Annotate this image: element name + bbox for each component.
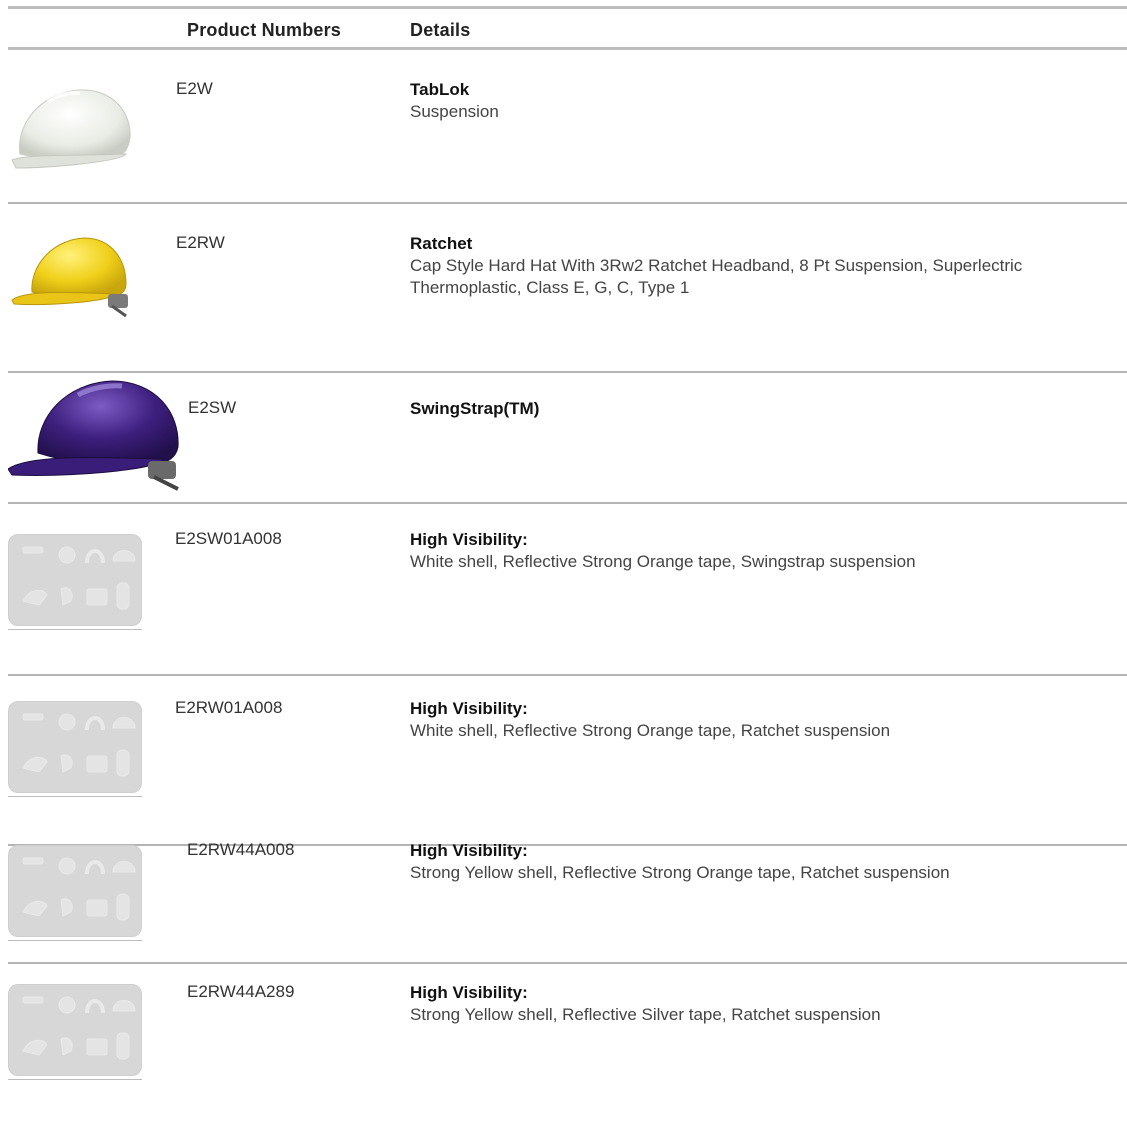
product-number[interactable]: E2RW44A289 bbox=[187, 982, 294, 1002]
product-title: High Visibility: bbox=[410, 841, 528, 860]
product-description: White shell, Reflective Strong Orange ta… bbox=[410, 552, 916, 571]
table-row: E2RW01A008 High Visibility: White shell,… bbox=[8, 676, 1127, 846]
white-hard-hat-image[interactable] bbox=[8, 76, 142, 181]
placeholder-image[interactable] bbox=[8, 984, 142, 1080]
product-details: High Visibility: White shell, Reflective… bbox=[410, 698, 1070, 742]
product-number[interactable]: E2RW01A008 bbox=[175, 698, 282, 718]
product-number[interactable]: E2SW bbox=[188, 398, 236, 418]
product-title: High Visibility: bbox=[410, 530, 528, 549]
product-title: SwingStrap(TM) bbox=[410, 399, 540, 418]
product-description: White shell, Reflective Strong Orange ta… bbox=[410, 721, 891, 740]
table-row: E2SW01A008 High Visibility: White shell,… bbox=[8, 504, 1127, 676]
product-details: High Visibility: Strong Yellow shell, Re… bbox=[410, 840, 1010, 884]
header-product-numbers: Product Numbers bbox=[187, 20, 342, 40]
table-row: E2RW44A008 High Visibility: Strong Yello… bbox=[8, 840, 1127, 964]
product-details: SwingStrap(TM) bbox=[410, 398, 1070, 420]
table-row: E2RW44A289 High Visibility: Strong Yello… bbox=[8, 964, 1127, 1134]
yellow-hard-hat-image[interactable] bbox=[8, 226, 142, 331]
placeholder-image[interactable] bbox=[8, 534, 142, 630]
purple-hard-hat-image[interactable] bbox=[7, 373, 190, 496]
product-number[interactable]: E2RW bbox=[176, 233, 225, 253]
header-details: Details bbox=[410, 20, 471, 40]
product-description: Suspension bbox=[410, 102, 499, 121]
table-row: E2RW Ratchet Cap Style Hard Hat With 3Rw… bbox=[8, 204, 1127, 373]
product-details: High Visibility: Strong Yellow shell, Re… bbox=[410, 982, 1070, 1026]
product-description: Strong Yellow shell, Reflective Strong O… bbox=[410, 863, 950, 882]
product-title: High Visibility: bbox=[410, 699, 528, 718]
placeholder-image[interactable] bbox=[8, 701, 142, 797]
product-number[interactable]: E2SW01A008 bbox=[175, 529, 282, 549]
product-table: Product Numbers Details E2W TabLok Suspe… bbox=[7, 6, 1127, 1134]
product-title: Ratchet bbox=[410, 234, 473, 253]
product-number[interactable]: E2RW44A008 bbox=[187, 840, 294, 860]
placeholder-image[interactable] bbox=[8, 845, 142, 941]
product-details: TabLok Suspension bbox=[410, 79, 1070, 123]
product-title: TabLok bbox=[410, 80, 470, 99]
product-title: High Visibility: bbox=[410, 983, 528, 1002]
product-details: High Visibility: White shell, Reflective… bbox=[410, 529, 1070, 573]
product-number[interactable]: E2W bbox=[176, 79, 213, 99]
table-row: E2W TabLok Suspension bbox=[8, 50, 1127, 204]
table-row: E2SW SwingStrap(TM) bbox=[7, 373, 1127, 504]
table-header: Product Numbers Details bbox=[8, 6, 1127, 50]
product-description: Cap Style Hard Hat With 3Rw2 Ratchet Hea… bbox=[410, 256, 1023, 297]
product-details: Ratchet Cap Style Hard Hat With 3Rw2 Rat… bbox=[410, 233, 1070, 299]
product-description: Strong Yellow shell, Reflective Silver t… bbox=[410, 1005, 881, 1024]
